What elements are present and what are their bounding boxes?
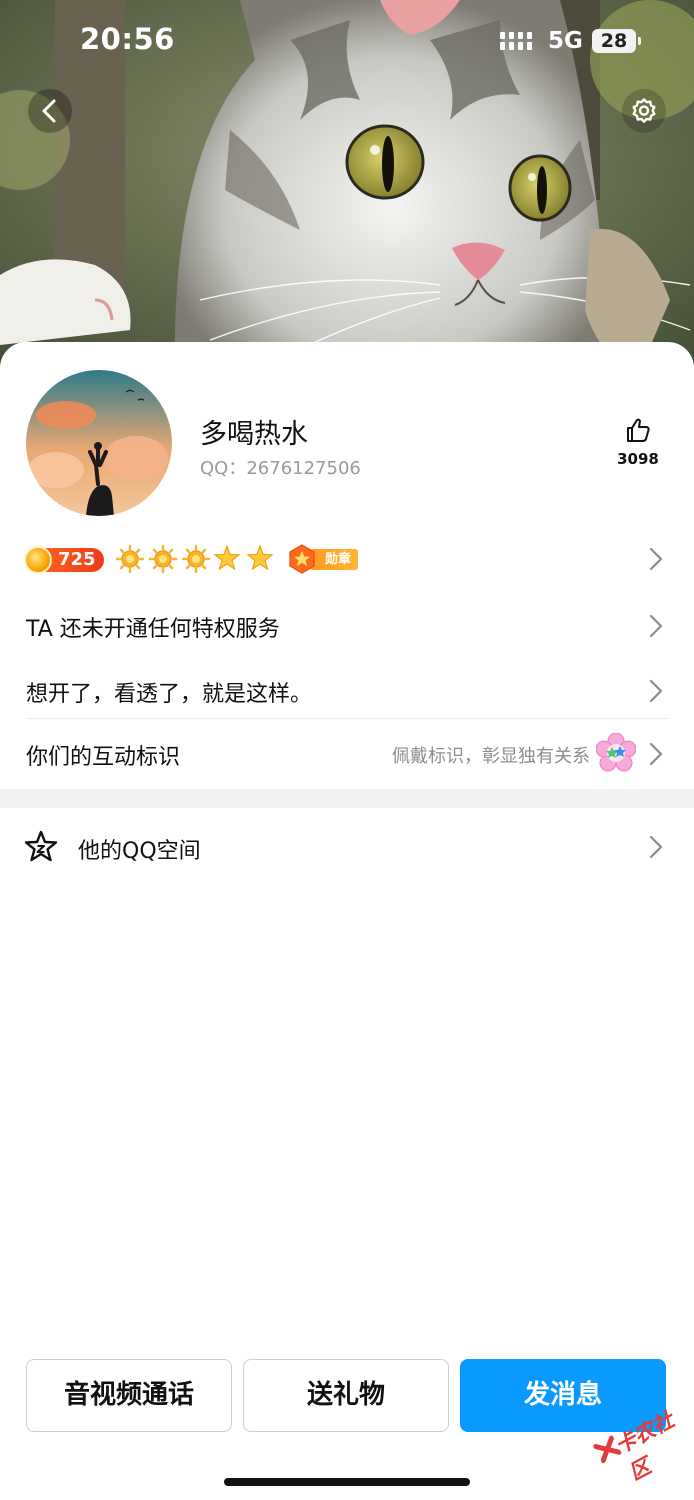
thumbs-up-icon (627, 418, 650, 442)
like-count: 3098 (617, 450, 659, 468)
level-icons (116, 544, 274, 574)
status-bar: 20:56 5G 28 (0, 0, 694, 84)
interaction-label: 你们的互动标识 (26, 745, 181, 770)
sun-icon (181, 544, 211, 574)
profile-card: 多喝热水 QQ：2676127506 3098 725 勋章 TA 还未开通任何… (0, 342, 694, 1500)
chevron-right-icon (649, 679, 663, 703)
back-button[interactable] (28, 89, 72, 133)
section-gap (0, 789, 694, 808)
signal-icon (500, 32, 532, 50)
level-number: 725 (58, 549, 96, 570)
network-type: 5G (548, 28, 583, 54)
chevron-right-icon (649, 547, 663, 571)
qq-number-row[interactable]: QQ：2676127506 (200, 454, 361, 480)
signature-row[interactable]: 想开了，看透了，就是这样。 (0, 662, 694, 718)
home-indicator[interactable] (224, 1478, 470, 1486)
privilege-text: TA 还未开通任何特权服务 (26, 617, 280, 642)
chevron-right-icon (649, 614, 663, 638)
nickname: 多喝热水 (200, 419, 308, 450)
signature-text: 想开了，看透了，就是这样。 (26, 682, 313, 707)
sun-icon (148, 544, 178, 574)
interaction-hint: 佩戴标识，彰显独有关系 (392, 746, 590, 767)
level-badge: 725 (24, 546, 104, 574)
qzone-label: 他的QQ空间 (78, 839, 201, 864)
medal-badge[interactable]: 勋章 (288, 544, 360, 574)
profile-cover[interactable]: 20:56 5G 28 (0, 0, 694, 380)
qzone-star-icon (24, 830, 58, 862)
star-icon (213, 544, 241, 571)
chevron-right-icon (649, 835, 663, 859)
interaction-row[interactable]: 你们的互动标识 佩戴标识，彰显独有关系 (0, 725, 694, 781)
chevron-right-icon (649, 742, 663, 766)
divider (26, 718, 668, 719)
gear-icon (632, 98, 656, 123)
qzone-row[interactable]: 他的QQ空间 (0, 818, 694, 874)
like-button[interactable]: 3098 (612, 416, 664, 468)
flower-icon (596, 733, 636, 772)
medal-star-icon (289, 544, 315, 574)
chevron-left-icon (42, 99, 56, 123)
qq-label: QQ： (200, 458, 247, 479)
medal-label: 勋章 (310, 549, 358, 570)
sun-icon (116, 544, 145, 574)
level-coin-icon (24, 546, 52, 574)
star-icon (246, 544, 274, 571)
level-row[interactable]: 725 勋章 (0, 538, 694, 584)
video-call-button[interactable]: 音视频通话 (26, 1359, 232, 1432)
battery-icon: 28 (592, 29, 641, 53)
settings-button[interactable] (622, 89, 666, 133)
send-gift-button[interactable]: 送礼物 (243, 1359, 449, 1432)
qq-number: 2676127506 (246, 458, 361, 479)
privilege-row[interactable]: TA 还未开通任何特权服务 (0, 597, 694, 653)
avatar[interactable] (26, 370, 172, 516)
avatar-image (26, 370, 172, 516)
status-time: 20:56 (80, 22, 175, 56)
